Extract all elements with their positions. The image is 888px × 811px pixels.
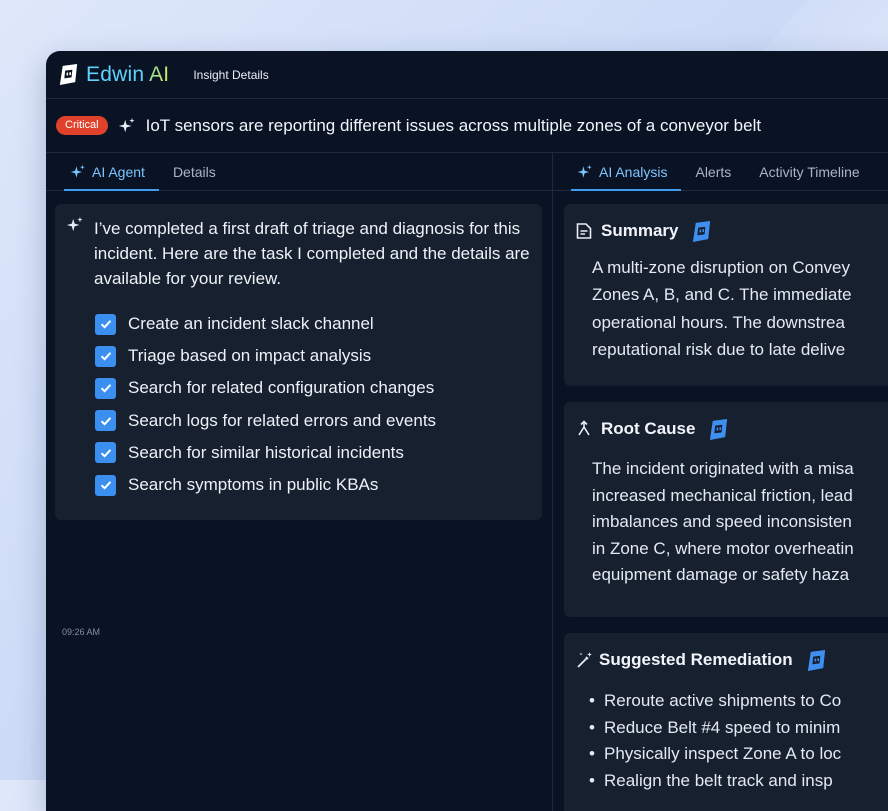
- severity-badge: Critical: [56, 116, 108, 135]
- task-list: Create an incident slack channel Triage …: [95, 308, 436, 501]
- sparkle-icon: [70, 164, 85, 178]
- root-cause-title: Root Cause: [601, 419, 696, 438]
- checkmark-icon: [100, 320, 111, 329]
- remediation-title: Suggested Remediation: [599, 650, 793, 669]
- checkmark-icon: [100, 481, 111, 490]
- insight-header: Critical IoT sensors are reporting diffe…: [46, 99, 888, 153]
- list-item: Search symptoms in public KBAs: [95, 469, 436, 501]
- checkbox[interactable]: [95, 474, 116, 496]
- list-item: Physically inspect Zone A to loc: [589, 741, 888, 768]
- title-bar: Edwin AI Insight Details: [46, 51, 888, 99]
- analysis-pane: AI Analysis Alerts Activity Timeline Sum…: [553, 153, 888, 811]
- edwin-logo-icon: [710, 418, 728, 440]
- checkmark-icon: [100, 416, 111, 426]
- tab-ai-analysis[interactable]: AI Analysis: [563, 164, 682, 191]
- left-tab-bar: AI Agent Details: [46, 153, 552, 191]
- brand-name: Edwin AI: [86, 62, 170, 86]
- insight-title: IoT sensors are reporting different issu…: [145, 115, 762, 135]
- summary-title: Summary: [601, 221, 679, 240]
- breadcrumb[interactable]: Insight Details: [193, 68, 268, 82]
- root-cause-text: The incident originated with a misa incr…: [592, 459, 854, 584]
- remediation-card: Suggested Remediation Reroute active shi…: [564, 633, 888, 811]
- merge-arrow-icon: [578, 420, 590, 436]
- tab-activity-timeline[interactable]: Activity Timeline: [745, 164, 873, 190]
- remediation-list: Reroute active shipments to Co Reduce Be…: [564, 688, 888, 794]
- background-facet: [760, 0, 888, 55]
- agent-pane: AI Agent Details I’ve completed a first …: [46, 153, 553, 811]
- app-window: Edwin AI Insight Details Critical IoT se…: [46, 51, 888, 811]
- summary-card: Summary A multi-zone disruption on Conve…: [564, 204, 888, 386]
- root-cause-card: Root Cause The incident originated with …: [564, 402, 888, 617]
- summary-text: A multi-zone disruption on Convey Zones …: [592, 258, 852, 359]
- checkmark-icon: [100, 384, 111, 394]
- checkmark-icon: [100, 448, 111, 458]
- edwin-logo-icon: [693, 220, 711, 242]
- tab-details[interactable]: Details: [159, 164, 230, 190]
- list-item: Search for related configuration changes: [95, 372, 436, 404]
- right-tab-bar: AI Analysis Alerts Activity Timeline: [553, 153, 888, 191]
- checkbox[interactable]: [95, 410, 116, 432]
- magic-wand-icon: [577, 652, 592, 668]
- list-item: Reroute active shipments to Co: [589, 688, 888, 715]
- sparkle-icon: [66, 216, 83, 232]
- checkbox[interactable]: [95, 377, 116, 399]
- agent-message: I’ve completed a first draft of triage a…: [55, 204, 542, 520]
- list-item: Realign the belt track and insp: [589, 768, 888, 795]
- agent-message-text: I’ve completed a first draft of triage a…: [94, 219, 530, 288]
- document-icon: [576, 223, 592, 239]
- tab-ai-agent[interactable]: AI Agent: [56, 164, 159, 191]
- checkbox[interactable]: [95, 442, 116, 464]
- sparkle-icon: [577, 164, 592, 178]
- checkbox[interactable]: [95, 313, 116, 335]
- list-item: Search logs for related errors and event…: [95, 405, 436, 437]
- checkbox[interactable]: [95, 345, 116, 367]
- checkmark-icon: [100, 352, 111, 361]
- list-item: Search for similar historical incidents: [95, 437, 436, 469]
- edwin-logo-icon: [807, 649, 825, 671]
- message-timestamp: 09:26 AM: [62, 627, 101, 637]
- list-item: Create an incident slack channel: [95, 308, 436, 340]
- sparkle-icon: [118, 117, 135, 132]
- edwin-logo-icon: [59, 63, 78, 86]
- list-item: Triage based on impact analysis: [95, 340, 436, 372]
- tab-alerts[interactable]: Alerts: [681, 164, 745, 190]
- list-item: Reduce Belt #4 speed to minim: [589, 715, 888, 742]
